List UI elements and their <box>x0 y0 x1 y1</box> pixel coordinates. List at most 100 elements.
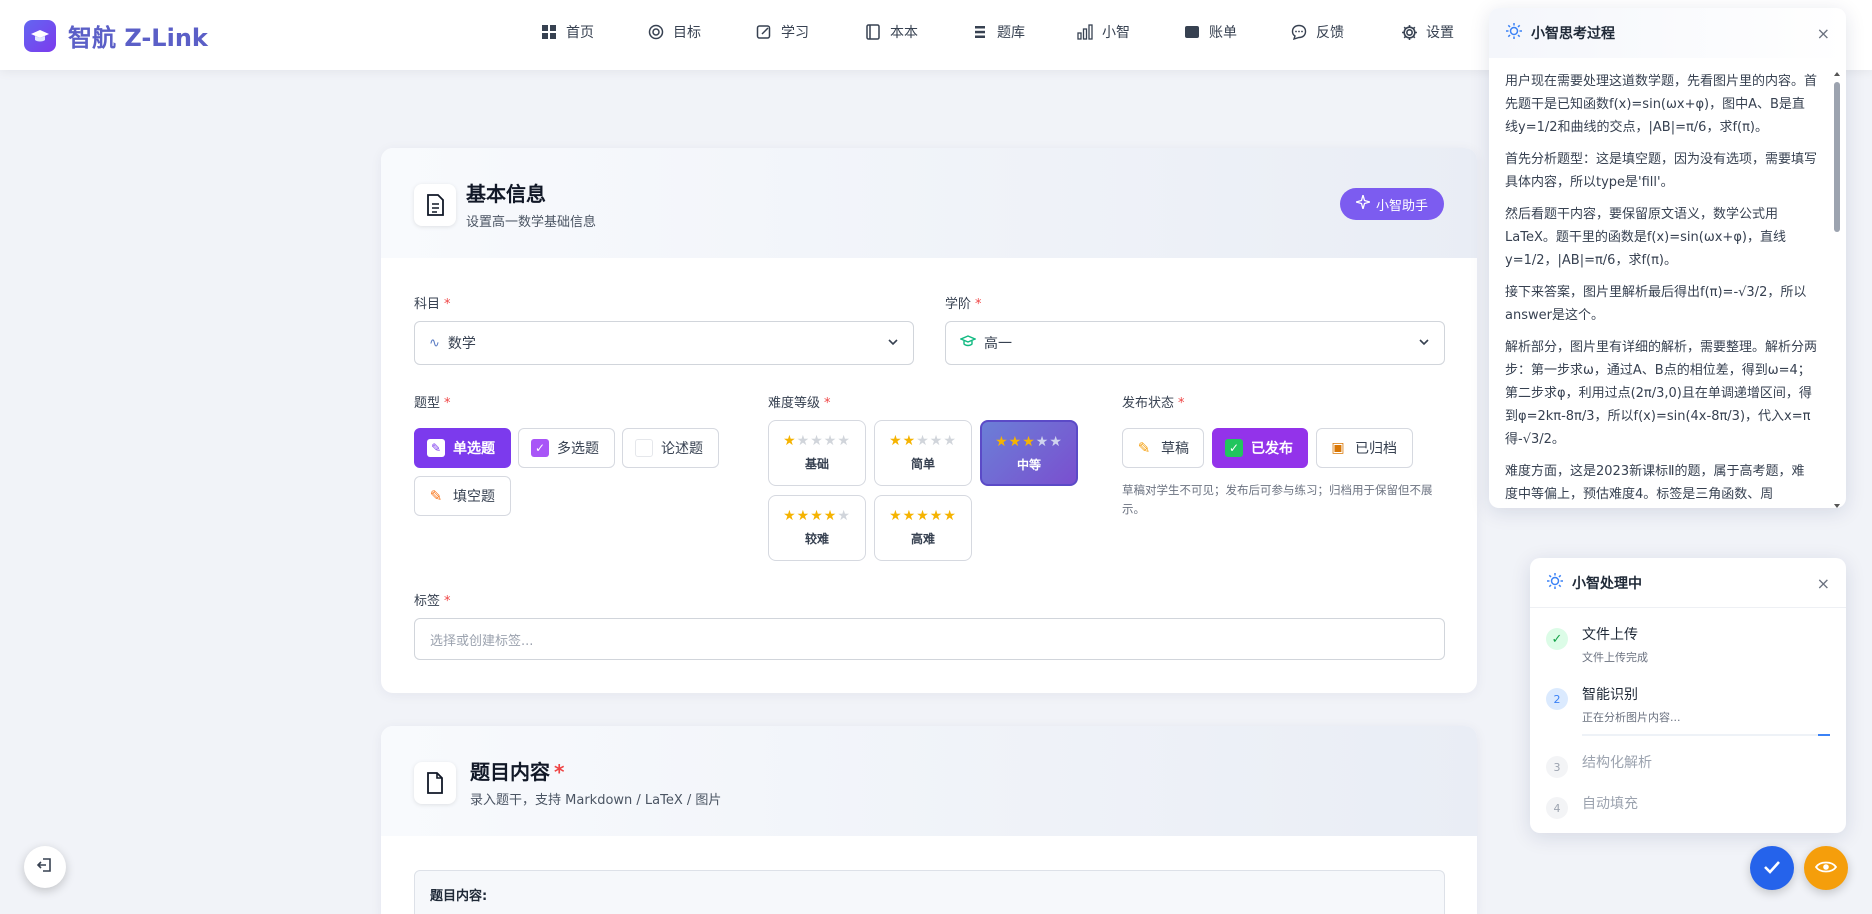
progress-fill <box>1818 734 1830 736</box>
edit-icon <box>755 23 773 41</box>
star-icon: ★ <box>929 433 944 449</box>
nav-item-bills[interactable]: 账单 <box>1183 22 1237 42</box>
sun-icon <box>1505 22 1523 44</box>
nav-item-notebook[interactable]: 本本 <box>864 22 918 42</box>
grade-select[interactable]: 高一 <box>945 321 1445 365</box>
required-mark: * <box>554 760 565 784</box>
nav-item-goals[interactable]: 目标 <box>647 22 701 42</box>
nav-item-question-bank[interactable]: 题库 <box>971 22 1025 42</box>
eye-icon <box>1814 859 1838 878</box>
step-title: 结构化解析 <box>1582 755 1652 771</box>
assistant-button[interactable]: 小智助手 <box>1339 188 1444 220</box>
progress-track <box>1582 734 1830 736</box>
gear-icon <box>1400 23 1418 41</box>
step-number: 2 <box>1546 688 1568 710</box>
type-option-multi[interactable]: ✓ 多选题 <box>518 428 615 468</box>
nav-item-xiaozhi[interactable]: 小智 <box>1076 22 1130 42</box>
brand[interactable]: 智航 Z-Link <box>24 18 208 53</box>
card-subtitle: 设置高一数学基础信息 <box>466 215 597 230</box>
tags-input[interactable]: 选择或创建标签... <box>414 618 1445 660</box>
difficulty-option[interactable]: ★★★★★ 高难 <box>874 495 972 561</box>
nav-item-feedback[interactable]: 反馈 <box>1290 22 1344 42</box>
type-option-fill[interactable]: ✎ 填空题 <box>414 476 511 516</box>
step-title: 文件上传 <box>1582 627 1638 643</box>
card-title: 基本信息 <box>466 182 546 206</box>
star-icon: ★ <box>943 508 957 524</box>
target-icon <box>647 23 665 41</box>
step-number: 3 <box>1546 756 1568 778</box>
type-option-label: 单选题 <box>453 441 495 457</box>
star-icon: ★ <box>889 508 903 524</box>
close-icon[interactable]: × <box>1817 24 1830 43</box>
type-option-label: 填空题 <box>453 489 495 505</box>
checkbox-icon: ✓ <box>531 439 549 457</box>
publish-label-text: 发布状态 <box>1122 396 1175 411</box>
star-icon: ★ <box>902 433 917 449</box>
difficulty-option[interactable]: ★★★★★ 简单 <box>874 420 972 486</box>
content-field-label: 题目内容: <box>430 889 488 904</box>
star-icon: ★ <box>783 433 797 449</box>
type-option-label: 论述题 <box>661 441 703 457</box>
think-paragraph: 用户现在需要处理这道数学题，先看图片里的内容。首先题干是已知函数f(x)=sin… <box>1505 74 1817 135</box>
think-paragraph: 然后看题干内容，要保留原文语义，数学公式用LaTeX。题干里的函数是f(x)=s… <box>1505 207 1786 268</box>
preview-button[interactable] <box>1804 846 1848 890</box>
type-option-single[interactable]: ✎ 单选题 <box>414 428 511 468</box>
difficulty-label-text: 难度等级 <box>768 396 821 411</box>
think-paragraph: 难度方面，这是2023新课标Ⅱ的题，属于高考题，难度中等偏上，预估难度4。标签是… <box>1505 464 1805 502</box>
confirm-button[interactable] <box>1750 846 1794 890</box>
think-content: 用户现在需要处理这道数学题，先看图片里的内容。首先题干是已知函数f(x)=sin… <box>1505 70 1817 510</box>
step-title: 自动填充 <box>1582 796 1638 812</box>
step-autofill: 4 自动填充 <box>1546 793 1638 819</box>
nav-item-home[interactable]: 首页 <box>540 22 594 42</box>
star-icon: ★ <box>810 508 824 524</box>
publish-option-archived[interactable]: ▣ 已归档 <box>1316 428 1413 468</box>
process-panel-header: 小智处理中 × <box>1530 558 1846 608</box>
subject-label: 科目 * <box>414 293 451 312</box>
nav-item-settings[interactable]: 设置 <box>1400 22 1454 42</box>
difficulty-label: 高难 <box>910 532 935 546</box>
content-card: 题目内容 * 录入题干，支持 Markdown / LaTeX / 图片 题目内容… <box>381 726 1477 914</box>
chevron-down-icon <box>1418 336 1430 352</box>
required-mark: * <box>444 396 451 411</box>
required-mark: * <box>975 297 982 312</box>
sun-icon <box>1546 572 1564 594</box>
nav-item-study[interactable]: 学习 <box>755 22 809 42</box>
brand-name: 智航 Z-Link <box>68 24 208 52</box>
think-paragraph: 首先分析题型：这是填空题，因为没有选项，需要填写具体内容，所以type是'fil… <box>1505 152 1817 190</box>
type-option-essay[interactable]: 论述题 <box>622 428 719 468</box>
close-icon[interactable]: × <box>1817 574 1830 593</box>
difficulty-label: 基础 <box>804 457 829 471</box>
question-type-label-text: 题型 <box>414 396 441 411</box>
difficulty-option[interactable]: ★★★★★ 中等 <box>980 420 1078 486</box>
process-panel: 小智处理中 × ✓ 文件上传 文件上传完成 2 智能识别 正在分析图片内容... 3… <box>1530 558 1846 833</box>
star-icon: ★ <box>823 508 838 524</box>
difficulty-label: 较难 <box>804 532 829 546</box>
star-icon: ★ <box>783 508 797 524</box>
star-icon: ★ <box>1049 434 1063 450</box>
notebook-icon <box>864 23 882 41</box>
exit-button[interactable] <box>24 846 66 888</box>
scrollbar[interactable] <box>1832 70 1842 510</box>
nav-label: 设置 <box>1426 25 1454 41</box>
difficulty-option[interactable]: ★★★★★ 较难 <box>768 495 866 561</box>
subject-select[interactable]: ∿ 数学 <box>414 321 914 365</box>
required-mark: * <box>444 297 451 312</box>
message-icon <box>1290 23 1308 41</box>
publish-option-published[interactable]: ✓ 已发布 <box>1212 428 1308 468</box>
star-rating: ★★★★★ <box>769 508 865 524</box>
star-icon: ★ <box>916 433 930 449</box>
star-icon: ★ <box>810 433 824 449</box>
publish-option-draft[interactable]: ✎ 草稿 <box>1122 428 1204 468</box>
difficulty-option[interactable]: ★★★★★ 基础 <box>768 420 866 486</box>
pencil-icon: ✎ <box>427 439 445 457</box>
content-editor[interactable]: 题目内容: <box>414 870 1445 914</box>
star-icon: ★ <box>823 433 838 449</box>
type-option-label: 多选题 <box>557 441 599 457</box>
star-icon: ★ <box>1008 434 1023 450</box>
think-paragraph: 解析部分，图片里有详细的解析，需要整理。解析分两步：第一步求ω，通过A、B点的相… <box>1505 340 1817 447</box>
nav-label: 本本 <box>890 25 918 41</box>
check-box-icon: ✓ <box>1225 439 1243 457</box>
star-rating: ★★★★★ <box>875 508 971 524</box>
page-icon <box>414 762 456 804</box>
publish-option-label: 已归档 <box>1355 441 1397 457</box>
